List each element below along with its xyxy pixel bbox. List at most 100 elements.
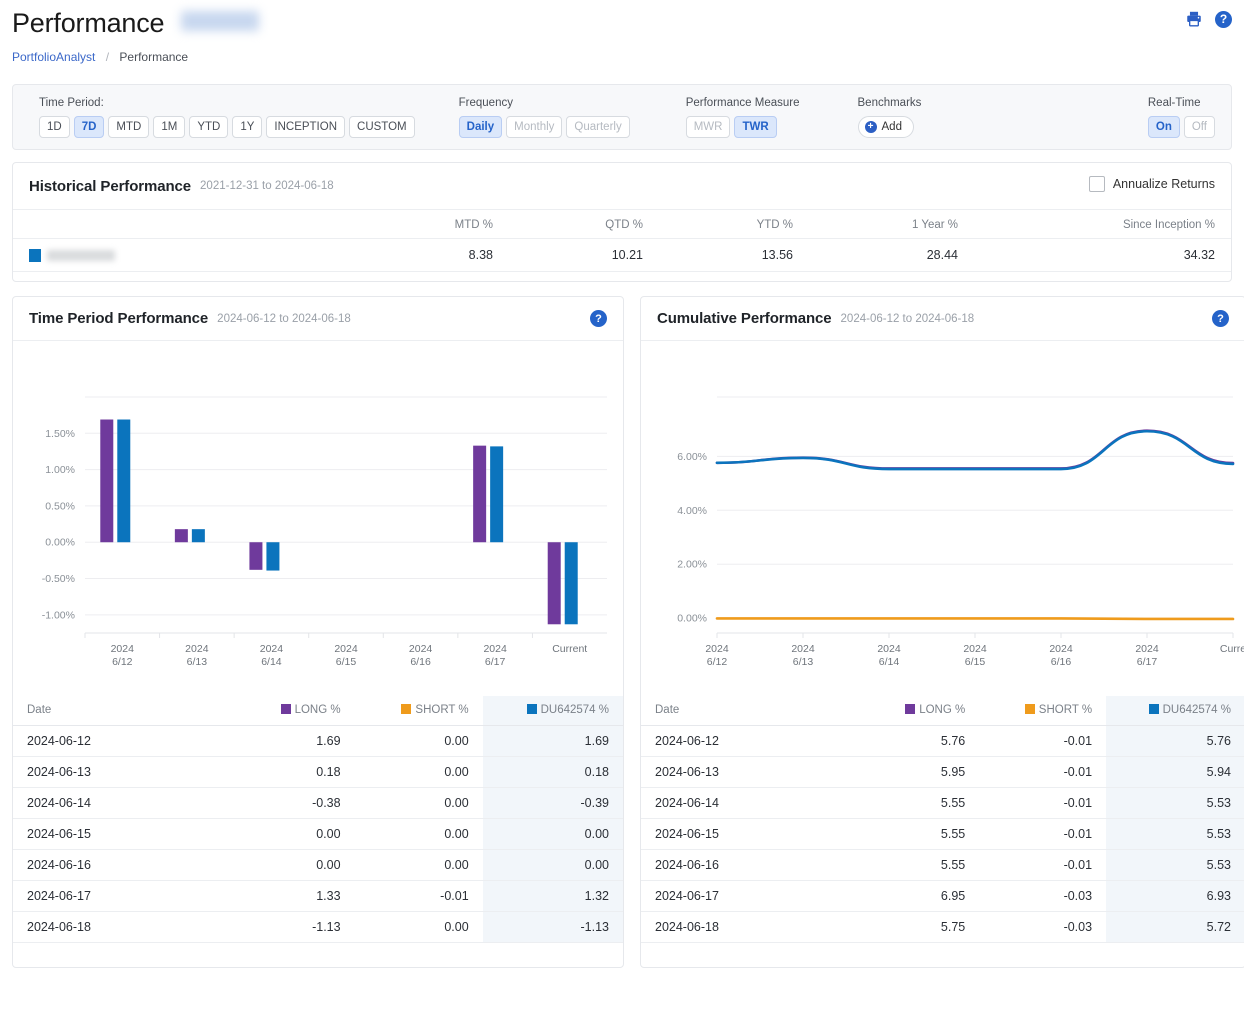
cell-short: -0.01 [979, 726, 1106, 757]
cell-date: 2024-06-13 [641, 757, 846, 788]
hist-value-mtd: 8.38 [353, 239, 493, 272]
cell-short: 0.00 [355, 726, 483, 757]
real-time-off[interactable]: Off [1184, 116, 1215, 138]
cell-account: 5.53 [1106, 819, 1244, 850]
svg-text:2024: 2024 [791, 643, 815, 655]
svg-text:6/14: 6/14 [261, 656, 282, 668]
cell-long: 6.95 [846, 881, 979, 912]
time-period-7d[interactable]: 7D [74, 116, 105, 138]
frequency-monthly[interactable]: Monthly [506, 116, 562, 138]
cell-short: -0.01 [979, 757, 1106, 788]
svg-text:6/13: 6/13 [187, 656, 208, 668]
svg-text:2024: 2024 [877, 643, 901, 655]
cumulative-line-chart: 6.00%4.00%2.00%0.00%20246/1220246/132024… [641, 341, 1244, 696]
svg-text:0.00%: 0.00% [677, 613, 707, 625]
cell-long: 1.33 [220, 881, 354, 912]
real-time-label: Real-Time [1148, 97, 1201, 109]
page-header: Performance ? [0, 0, 1244, 46]
breadcrumb-current: Performance [119, 50, 188, 64]
right-col-short: SHORT % [979, 696, 1106, 726]
cumulative-table-body: 2024-06-125.76-0.015.762024-06-135.95-0.… [641, 726, 1244, 943]
time-period-custom[interactable]: CUSTOM [349, 116, 415, 138]
header-actions: ? [1185, 10, 1232, 28]
left-col-date: Date [13, 696, 220, 726]
cell-date: 2024-06-12 [641, 726, 846, 757]
time-period-buttons: 1D 7D MTD 1M YTD 1Y INCEPTION CUSTOM [39, 116, 415, 138]
benchmarks-group: Benchmarks + Add [858, 97, 922, 138]
svg-text:1.50%: 1.50% [45, 428, 75, 440]
cumulative-performance-card: Cumulative Performance 2024-06-12 to 202… [640, 296, 1244, 968]
frequency-buttons: Daily Monthly Quarterly [459, 116, 630, 138]
time-period-inception[interactable]: INCEPTION [266, 116, 345, 138]
cell-short: -0.01 [979, 819, 1106, 850]
cell-date: 2024-06-13 [13, 757, 220, 788]
table-header-row: Date LONG % SHORT % DU642574 % [641, 696, 1244, 726]
right-col-account-label: DU642574 % [1163, 704, 1231, 716]
svg-text:6/12: 6/12 [112, 656, 133, 668]
cell-long: 5.55 [846, 819, 979, 850]
hist-col-ytd: YTD % [643, 210, 793, 239]
hist-col-qtd: QTD % [493, 210, 643, 239]
cell-account: 0.18 [483, 757, 623, 788]
table-row: 2024-06-155.55-0.015.53 [641, 819, 1244, 850]
table-header-row: MTD % QTD % YTD % 1 Year % Since Incepti… [13, 210, 1231, 239]
time-period-1y[interactable]: 1Y [232, 116, 262, 138]
real-time-group: Real-Time On Off [1148, 97, 1215, 138]
historical-performance-card: Historical Performance 2021-12-31 to 202… [12, 162, 1232, 282]
svg-text:2024: 2024 [334, 643, 358, 655]
cell-short: 0.00 [355, 912, 483, 943]
cell-date: 2024-06-15 [641, 819, 846, 850]
cell-account: 0.00 [483, 850, 623, 881]
left-col-account-label: DU642574 % [541, 704, 609, 716]
cumulative-performance-daterange: 2024-06-12 to 2024-06-18 [841, 313, 975, 325]
svg-text:6.00%: 6.00% [677, 451, 707, 463]
redacted-account-name [181, 11, 259, 31]
cell-date: 2024-06-14 [641, 788, 846, 819]
table-row: 2024-06-150.000.000.00 [13, 819, 623, 850]
frequency-quarterly[interactable]: Quarterly [566, 116, 629, 138]
table-row: 2024-06-130.180.000.18 [13, 757, 623, 788]
table-row: 2024-06-145.55-0.015.53 [641, 788, 1244, 819]
annualize-returns-checkbox[interactable] [1089, 176, 1105, 192]
annualize-returns-label: Annualize Returns [1113, 177, 1215, 191]
time-period-1m[interactable]: 1M [153, 116, 185, 138]
long-color-swatch [281, 704, 291, 714]
svg-text:0.50%: 0.50% [45, 500, 75, 512]
real-time-on[interactable]: On [1148, 116, 1180, 138]
svg-text:2024: 2024 [111, 643, 135, 655]
annualize-returns-control[interactable]: Annualize Returns [1089, 176, 1215, 192]
table-header-row: Date LONG % SHORT % DU642574 % [13, 696, 623, 726]
time-period-help-icon[interactable]: ? [590, 310, 607, 327]
add-benchmark-button[interactable]: + Add [858, 116, 914, 138]
time-period-1d[interactable]: 1D [39, 116, 70, 138]
cell-account: 5.53 [1106, 788, 1244, 819]
help-icon[interactable]: ? [1215, 11, 1232, 28]
cell-long: -1.13 [220, 912, 354, 943]
svg-text:6/12: 6/12 [707, 656, 728, 668]
cell-long: 0.18 [220, 757, 354, 788]
cell-account: 5.72 [1106, 912, 1244, 943]
breadcrumb-link-portfolioanalyst[interactable]: PortfolioAnalyst [12, 50, 95, 64]
time-period-mtd[interactable]: MTD [108, 116, 149, 138]
cell-date: 2024-06-18 [13, 912, 220, 943]
cell-account: 5.76 [1106, 726, 1244, 757]
performance-measure-twr[interactable]: TWR [734, 116, 776, 138]
cell-date: 2024-06-14 [13, 788, 220, 819]
real-time-buttons: On Off [1148, 116, 1215, 138]
print-icon[interactable] [1185, 10, 1203, 28]
short-color-swatch [1025, 704, 1035, 714]
cell-short: 0.00 [355, 819, 483, 850]
cumulative-performance-header: Cumulative Performance 2024-06-12 to 202… [641, 297, 1244, 341]
svg-text:6/16: 6/16 [1051, 656, 1072, 668]
cell-long: 5.55 [846, 788, 979, 819]
page-title: Performance [12, 6, 164, 40]
performance-measure-mwr[interactable]: MWR [686, 116, 731, 138]
time-period-ytd[interactable]: YTD [189, 116, 228, 138]
svg-text:2024: 2024 [185, 643, 209, 655]
cumulative-help-icon[interactable]: ? [1212, 310, 1229, 327]
time-period-label: Time Period: [39, 97, 415, 109]
cell-date: 2024-06-18 [641, 912, 846, 943]
right-col-date: Date [641, 696, 846, 726]
frequency-daily[interactable]: Daily [459, 116, 503, 138]
cell-date: 2024-06-15 [13, 819, 220, 850]
